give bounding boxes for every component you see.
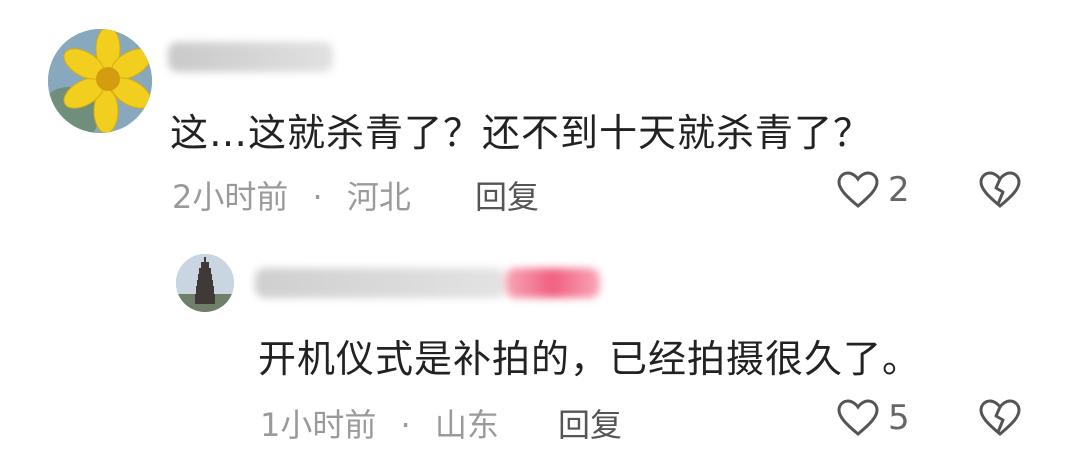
broken-heart-icon: [979, 171, 1021, 208]
comment-meta: 2小时前 · 河北: [172, 172, 411, 218]
reply-button[interactable]: 回复: [475, 172, 539, 218]
dislike-button[interactable]: [978, 398, 1022, 442]
heart-icon: [837, 399, 879, 436]
pagoda-avatar: [176, 254, 234, 312]
comment-time: 1小时前: [260, 406, 377, 444]
reply-button[interactable]: 回复: [558, 400, 622, 446]
meta-separator: ·: [400, 406, 411, 444]
comment-meta: 1小时前 · 山东: [260, 400, 499, 446]
comment-time: 2小时前: [172, 178, 289, 216]
comment-1: 这…这就杀青了？还不到十天就杀青了？ 2小时前 · 河北 回复 2: [0, 0, 1080, 230]
heart-icon: [837, 171, 879, 208]
comment-location: 山东: [434, 406, 499, 444]
username-blurred[interactable]: [168, 42, 333, 72]
like-button[interactable]: 5: [836, 398, 910, 438]
meta-separator: ·: [312, 178, 323, 216]
like-count: 5: [888, 398, 910, 438]
dislike-button[interactable]: [978, 170, 1022, 214]
user-avatar[interactable]: [48, 29, 152, 133]
broken-heart-icon: [979, 399, 1021, 436]
like-button[interactable]: 2: [836, 170, 910, 210]
comment-text: 这…这就杀青了？还不到十天就杀青了？: [170, 111, 873, 155]
username-blurred[interactable]: [255, 268, 505, 298]
comment-text: 开机仪式是补拍的，已经拍摄很久了。: [258, 337, 922, 381]
like-count: 2: [888, 170, 910, 210]
comment-2: 开机仪式是补拍的，已经拍摄很久了。 1小时前 · 山东 回复 5: [0, 230, 1080, 467]
yellow-flower-avatar: [48, 29, 152, 133]
user-avatar[interactable]: [176, 254, 234, 312]
comment-location: 河北: [346, 178, 411, 216]
user-badge-blurred: [505, 268, 600, 298]
